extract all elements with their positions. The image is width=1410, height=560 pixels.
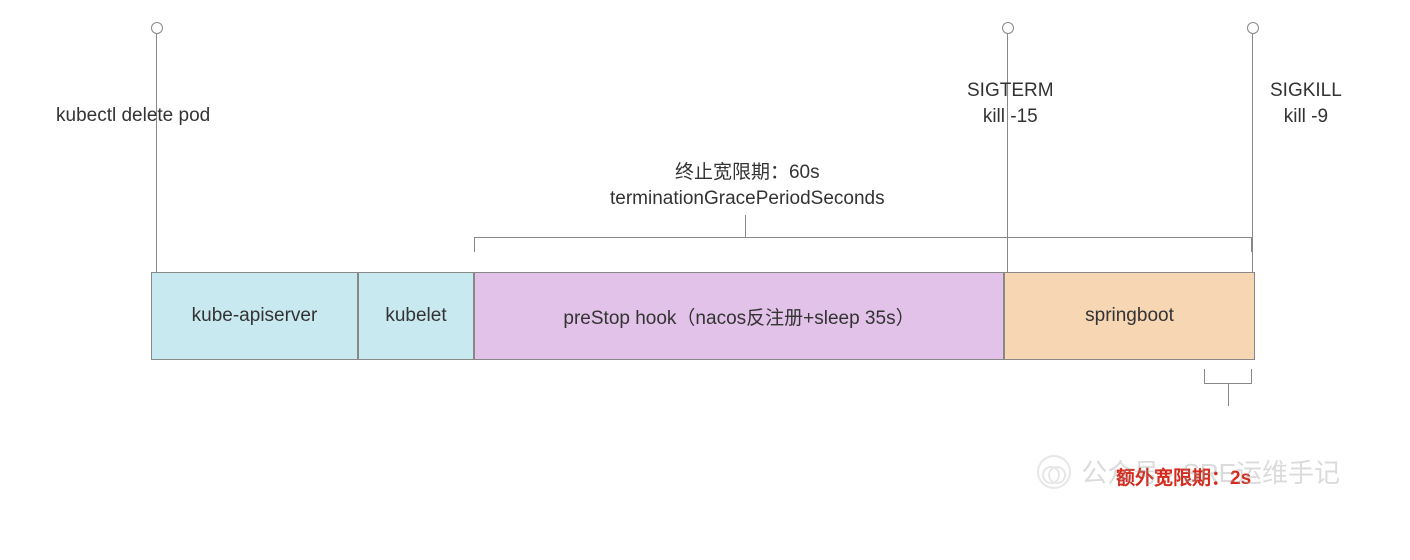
pin-sigterm	[1007, 28, 1008, 272]
bar-prestop-hook: preStop hook（nacos反注册+sleep 35s）	[474, 272, 1004, 360]
pin-label-line: kubectl delete pod	[56, 105, 210, 126]
pin-label-sigkill: SIGKILL kill -9	[1270, 78, 1342, 129]
brace-label-line: terminationGracePeriodSeconds	[610, 188, 885, 209]
bar-label: kube-apiserver	[192, 305, 318, 327]
pin-sigkill	[1252, 28, 1253, 272]
grace-period-span	[474, 237, 1252, 251]
pin-kubectl-delete	[156, 28, 157, 272]
pod-termination-timeline: kube-apiserver kubelet preStop hook（naco…	[0, 0, 1410, 560]
bar-label: preStop hook（nacos反注册+sleep 35s）	[563, 303, 914, 330]
bar-label: springboot	[1085, 305, 1174, 327]
extra-grace-label: 额外宽限期：2s	[1116, 463, 1251, 490]
pin-label-line: kill -15	[983, 106, 1038, 127]
grace-period-stem	[745, 215, 746, 237]
extra-grace-span	[1204, 362, 1252, 384]
bar-springboot: springboot	[1004, 272, 1255, 360]
pin-label-line: SIGKILL	[1270, 80, 1342, 101]
grace-period-label: 终止宽限期：60s terminationGracePeriodSeconds	[610, 160, 885, 211]
pin-label-line: kill -9	[1284, 106, 1328, 127]
bar-kube-apiserver: kube-apiserver	[151, 272, 358, 360]
bar-label: kubelet	[385, 305, 446, 327]
pin-label-kubectl-delete: kubectl delete pod	[56, 103, 210, 129]
extra-grace-stem	[1228, 384, 1229, 406]
pin-label-line: SIGTERM	[967, 80, 1054, 101]
brace-label-line: 终止宽限期：60s	[675, 162, 820, 183]
extra-grace-text: 额外宽限期：2s	[1116, 468, 1251, 489]
pin-label-sigterm: SIGTERM kill -15	[967, 78, 1054, 129]
bar-kubelet: kubelet	[358, 272, 474, 360]
wechat-icon	[1037, 455, 1071, 489]
